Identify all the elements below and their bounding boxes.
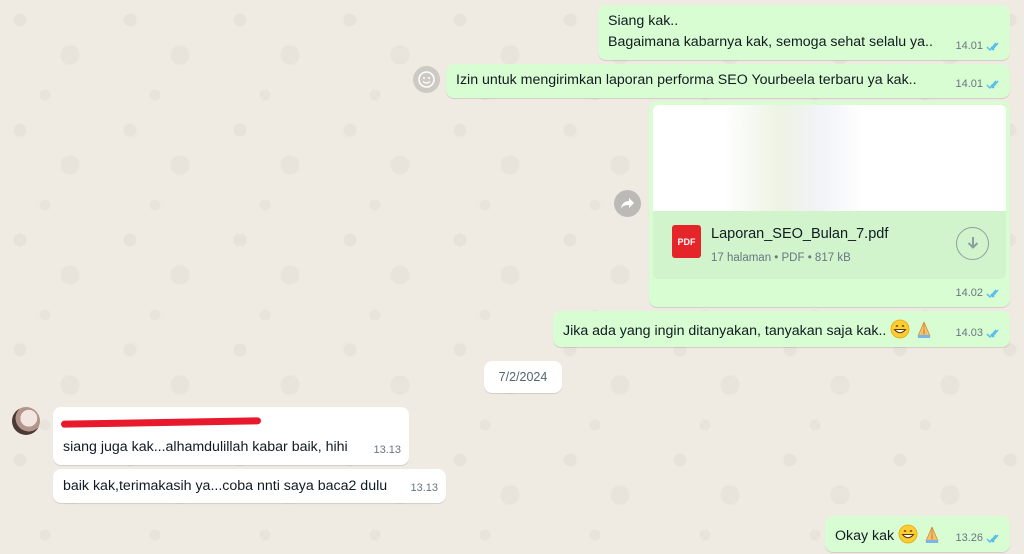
message-time: 13.26 (955, 532, 983, 544)
message-bubble-incoming[interactable]: siang juga kak...alhamdulillah kabar bai… (53, 407, 409, 465)
document-file-name: Laporan_SEO_Bulan_7.pdf (711, 226, 889, 242)
folded-hands-emoji (925, 526, 939, 543)
message-text-row: Jika ada yang ingin ditanyakan, tanyakan… (563, 319, 934, 341)
double-check-icon (986, 534, 999, 544)
document-file-info: 17 halaman • PDF • 817 kB (711, 252, 851, 264)
double-check-icon (986, 329, 999, 339)
grinning-face-emoji (890, 319, 910, 339)
download-icon (967, 237, 978, 249)
double-check-icon (986, 80, 999, 90)
download-button[interactable] (956, 227, 989, 260)
message-meta: 14.01 (955, 37, 1002, 56)
message-meta: 14.01 (955, 75, 1002, 94)
message-text: Okay kak (835, 528, 895, 544)
emoji-smile-icon-glyph (418, 71, 435, 88)
message-bubble-outgoing[interactable]: Siang kak.. Bagaimana kabarnya kak, semo… (598, 5, 1010, 60)
document-message-bubble[interactable]: PDF Laporan_SEO_Bulan_7.pdf 17 halaman •… (649, 101, 1010, 307)
message-bubble-incoming[interactable]: baik kak,terimakasih ya...coba nnti saya… (53, 469, 446, 503)
message-time: 14.03 (955, 327, 983, 339)
sender-name-redacted (60, 413, 263, 431)
message-time: 13.13 (373, 444, 401, 456)
message-meta: 13.13 (410, 479, 438, 498)
forward-arrow-icon[interactable] (614, 190, 641, 217)
pdf-badge-label: PDF (677, 237, 696, 247)
document-preview-content (723, 105, 863, 211)
pdf-file-icon: PDF (672, 225, 701, 258)
message-bubble-outgoing[interactable]: Izin untuk mengirimkan laporan performa … (446, 64, 1010, 98)
message-time: 14.02 (955, 287, 983, 299)
document-preview-thumbnail[interactable] (653, 105, 1006, 213)
message-text: Jika ada yang ingin ditanyakan, tanyakan… (563, 323, 887, 339)
message-meta: 14.02 (955, 284, 1002, 303)
message-text-line: Bagaimana kabarnya kak, semoga sehat sel… (608, 34, 933, 50)
redaction-mark (60, 417, 262, 428)
document-card[interactable]: PDF Laporan_SEO_Bulan_7.pdf 17 halaman •… (653, 211, 1006, 279)
message-time: 14.01 (955, 40, 983, 52)
message-text-row: Okay kak (835, 524, 942, 546)
message-meta: 13.13 (373, 441, 401, 460)
message-bubble-outgoing[interactable]: Okay kak 13.26 (825, 516, 1010, 552)
message-meta: 13.26 (955, 529, 1002, 548)
grinning-face-emoji (898, 524, 918, 544)
message-bubble-outgoing[interactable]: Jika ada yang ingin ditanyakan, tanyakan… (553, 311, 1010, 347)
message-text: Izin untuk mengirimkan laporan performa … (456, 72, 917, 88)
double-check-icon (986, 42, 999, 52)
folded-hands-emoji (917, 321, 931, 338)
message-meta: 14.03 (955, 324, 1002, 343)
date-divider: 7/2/2024 (484, 361, 562, 393)
message-time: 14.01 (955, 78, 983, 90)
forward-arrow-icon-glyph (621, 198, 634, 209)
contact-avatar[interactable] (12, 407, 40, 435)
emoji-smile-icon[interactable] (413, 66, 440, 93)
message-text: baik kak,terimakasih ya...coba nnti saya… (63, 478, 388, 494)
double-check-icon (986, 289, 999, 299)
message-time: 13.13 (410, 482, 438, 494)
message-text-line: Siang kak.. (608, 13, 679, 29)
message-text: siang juga kak...alhamdulillah kabar bai… (63, 439, 348, 455)
